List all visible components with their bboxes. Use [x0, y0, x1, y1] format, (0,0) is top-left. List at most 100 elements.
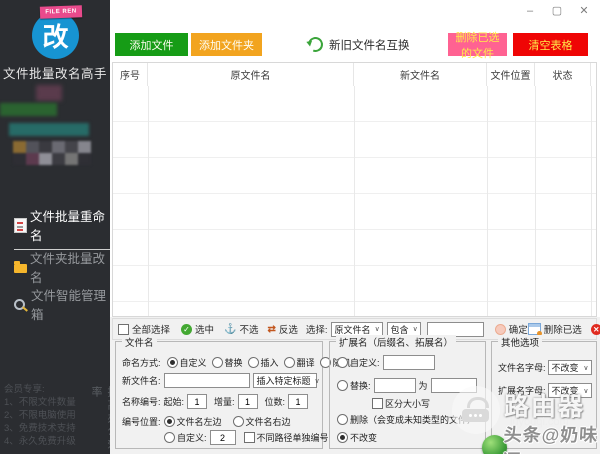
- column-header-location[interactable]: 文件位置: [487, 63, 535, 86]
- naming-mode-row: 命名方式: 自定义 替换 插入 翻译: [122, 356, 351, 369]
- column-divider: [354, 86, 355, 316]
- confirm-label: 确定: [509, 322, 528, 336]
- sidebar-item-smart-file-manager[interactable]: 文件智能管理箱: [14, 285, 110, 323]
- numbering-label: 名称编号:: [122, 395, 161, 408]
- column-header-oldname[interactable]: 原文件名: [148, 63, 354, 86]
- radio-ext-delete[interactable]: 删除（会变成未知类型的文件）: [337, 413, 476, 426]
- column-header-index[interactable]: 序号: [113, 63, 148, 86]
- ext-replace-to-input[interactable]: [431, 378, 477, 393]
- case-sensitive-checkbox-group[interactable]: 区分大小写: [372, 397, 430, 410]
- radio-insert[interactable]: 插入: [248, 356, 279, 369]
- deselect-button[interactable]: ⚓ 不选: [224, 322, 258, 336]
- clear-table-button[interactable]: 清空表格: [513, 33, 588, 56]
- sidebar-item-label: 文件夹批量改名: [30, 248, 110, 286]
- ext-case-label: 扩展名字母:: [498, 384, 546, 397]
- radio-ext-custom[interactable]: 自定义:: [337, 356, 380, 369]
- number-position-label: 编号位置:: [122, 415, 161, 428]
- clear-table-small-button[interactable]: ✕ 清空表格: [591, 322, 600, 336]
- radio-position-left[interactable]: 文件名左边: [164, 415, 222, 428]
- column-header-newname[interactable]: 新文件名: [354, 63, 487, 86]
- vip-item: 2、不限电脑使用: [4, 409, 76, 422]
- vip-item: 1、不限文件数量: [4, 396, 76, 409]
- swap-names-button[interactable]: 新旧文件名互换: [308, 33, 410, 56]
- select-button[interactable]: ✓ 选中: [181, 322, 214, 336]
- radio-replace[interactable]: 替换: [212, 356, 243, 369]
- radio-icon: [337, 380, 348, 391]
- radio-position-right[interactable]: 文件名右边: [233, 415, 291, 428]
- invert-selection-button[interactable]: ⇄ 反选: [268, 322, 298, 336]
- vip-benefits: 会员专享: 1、不限文件数量 2、不限电脑使用 3、免费技术支持 4、永久免费升…: [4, 383, 76, 448]
- insert-title-dropdown[interactable]: 插入特定标题 ∨: [253, 373, 317, 388]
- radio-label: 插入: [261, 356, 279, 369]
- column-header-spacer: [591, 63, 596, 86]
- radio-ext-unchanged[interactable]: 不改变: [337, 431, 377, 444]
- increment-label: 增量:: [214, 395, 235, 408]
- add-files-button[interactable]: 添加文件: [115, 33, 188, 56]
- vip-title: 会员专享:: [4, 383, 76, 396]
- new-filename-label: 新文件名:: [122, 374, 161, 387]
- new-filename-input[interactable]: [164, 373, 250, 388]
- select-all-checkbox[interactable]: [118, 324, 129, 335]
- sidebar-item-batch-rename-files[interactable]: 文件批量重命名: [14, 206, 110, 250]
- radio-translate[interactable]: 翻译: [284, 356, 315, 369]
- add-folder-button[interactable]: 添加文件夹: [191, 33, 262, 56]
- radio-ext-replace[interactable]: 替换:: [337, 379, 371, 392]
- app-title: 文件批量改名高手: [0, 63, 110, 82]
- chevron-down-icon: ∨: [579, 387, 588, 395]
- app-logo: 改 FILE REN: [0, 8, 110, 64]
- red-x-circle-icon: ✕: [591, 324, 600, 335]
- filename-case-label: 文件名字母:: [498, 361, 546, 374]
- digits-input[interactable]: [288, 394, 308, 409]
- maximize-button[interactable]: ▢: [551, 4, 563, 18]
- sidebar-item-batch-rename-folders[interactable]: 文件夹批量改名: [14, 248, 110, 286]
- column-divider: [591, 86, 592, 316]
- increment-input[interactable]: [238, 394, 258, 409]
- ext-case-dropdown[interactable]: 不改变 ∨: [548, 383, 592, 398]
- radio-label: 翻译: [297, 356, 315, 369]
- magnifier-icon: [14, 299, 25, 310]
- ext-replace-from-input[interactable]: [374, 378, 416, 393]
- ext-case-value: 不改变: [552, 384, 579, 397]
- separate-numbering-checkbox-group[interactable]: 不同路径单独编号: [244, 431, 329, 444]
- radio-icon: [337, 357, 348, 368]
- select-all-checkbox-group[interactable]: 全部选择: [118, 322, 170, 336]
- radio-custom[interactable]: 自定义: [167, 356, 207, 369]
- column-divider: [535, 86, 536, 316]
- new-filename-row: 新文件名: 插入特定标题 ∨: [122, 373, 317, 388]
- column-header-status[interactable]: 状态: [535, 63, 591, 86]
- blurred-status-bar-green: [0, 103, 57, 116]
- chevron-down-icon: ∨: [579, 364, 588, 372]
- filename-case-dropdown[interactable]: 不改变 ∨: [548, 360, 592, 375]
- digits-label: 位数:: [265, 395, 286, 408]
- blurred-mosaic-block: [13, 141, 91, 165]
- check-circle-icon: ✓: [181, 324, 192, 335]
- position-custom-input[interactable]: [210, 430, 236, 445]
- delete-selected-files-button[interactable]: 删除已选的文件: [448, 33, 507, 56]
- logo-circle: 改: [32, 12, 79, 59]
- case-sensitive-label: 区分大小写: [385, 397, 430, 410]
- radio-position-custom[interactable]: 自定义:: [164, 431, 207, 444]
- main-area: – ▢ ✕ 添加文件 添加文件夹 新旧文件名互换 删除已选的文件 清空表格 序号…: [110, 0, 600, 454]
- document-icon: [14, 218, 27, 233]
- file-table: 序号 原文件名 新文件名 文件位置 状态: [112, 62, 597, 317]
- close-button[interactable]: ✕: [578, 4, 590, 18]
- minimize-button[interactable]: –: [524, 4, 536, 18]
- table-body-empty[interactable]: [113, 86, 596, 316]
- confirm-button[interactable]: 确定: [495, 322, 528, 336]
- start-input[interactable]: [187, 394, 207, 409]
- logo-glyph: 改: [42, 17, 68, 54]
- separate-numbering-checkbox[interactable]: [244, 432, 255, 443]
- sidebar: 改 FILE REN 文件批量改名高手 文件批量重命名 文件夹批量改名 文件智能…: [0, 0, 110, 454]
- delete-selected-button[interactable]: 删除已选: [528, 322, 582, 336]
- radio-icon: [164, 416, 175, 427]
- start-label: 起始:: [164, 395, 185, 408]
- swap-arrows-icon: ⇄: [268, 324, 276, 335]
- ext-custom-row: 自定义:: [337, 355, 435, 370]
- blurred-status-bar-teal: [9, 123, 89, 136]
- ext-custom-input[interactable]: [383, 355, 435, 370]
- select-label: 选中: [195, 322, 214, 336]
- case-sensitive-checkbox[interactable]: [372, 398, 383, 409]
- ext-case-sensitive-row: 区分大小写: [372, 397, 430, 410]
- radio-label: 删除（会变成未知类型的文件）: [350, 413, 476, 426]
- chevron-down-icon: ∨: [409, 325, 418, 333]
